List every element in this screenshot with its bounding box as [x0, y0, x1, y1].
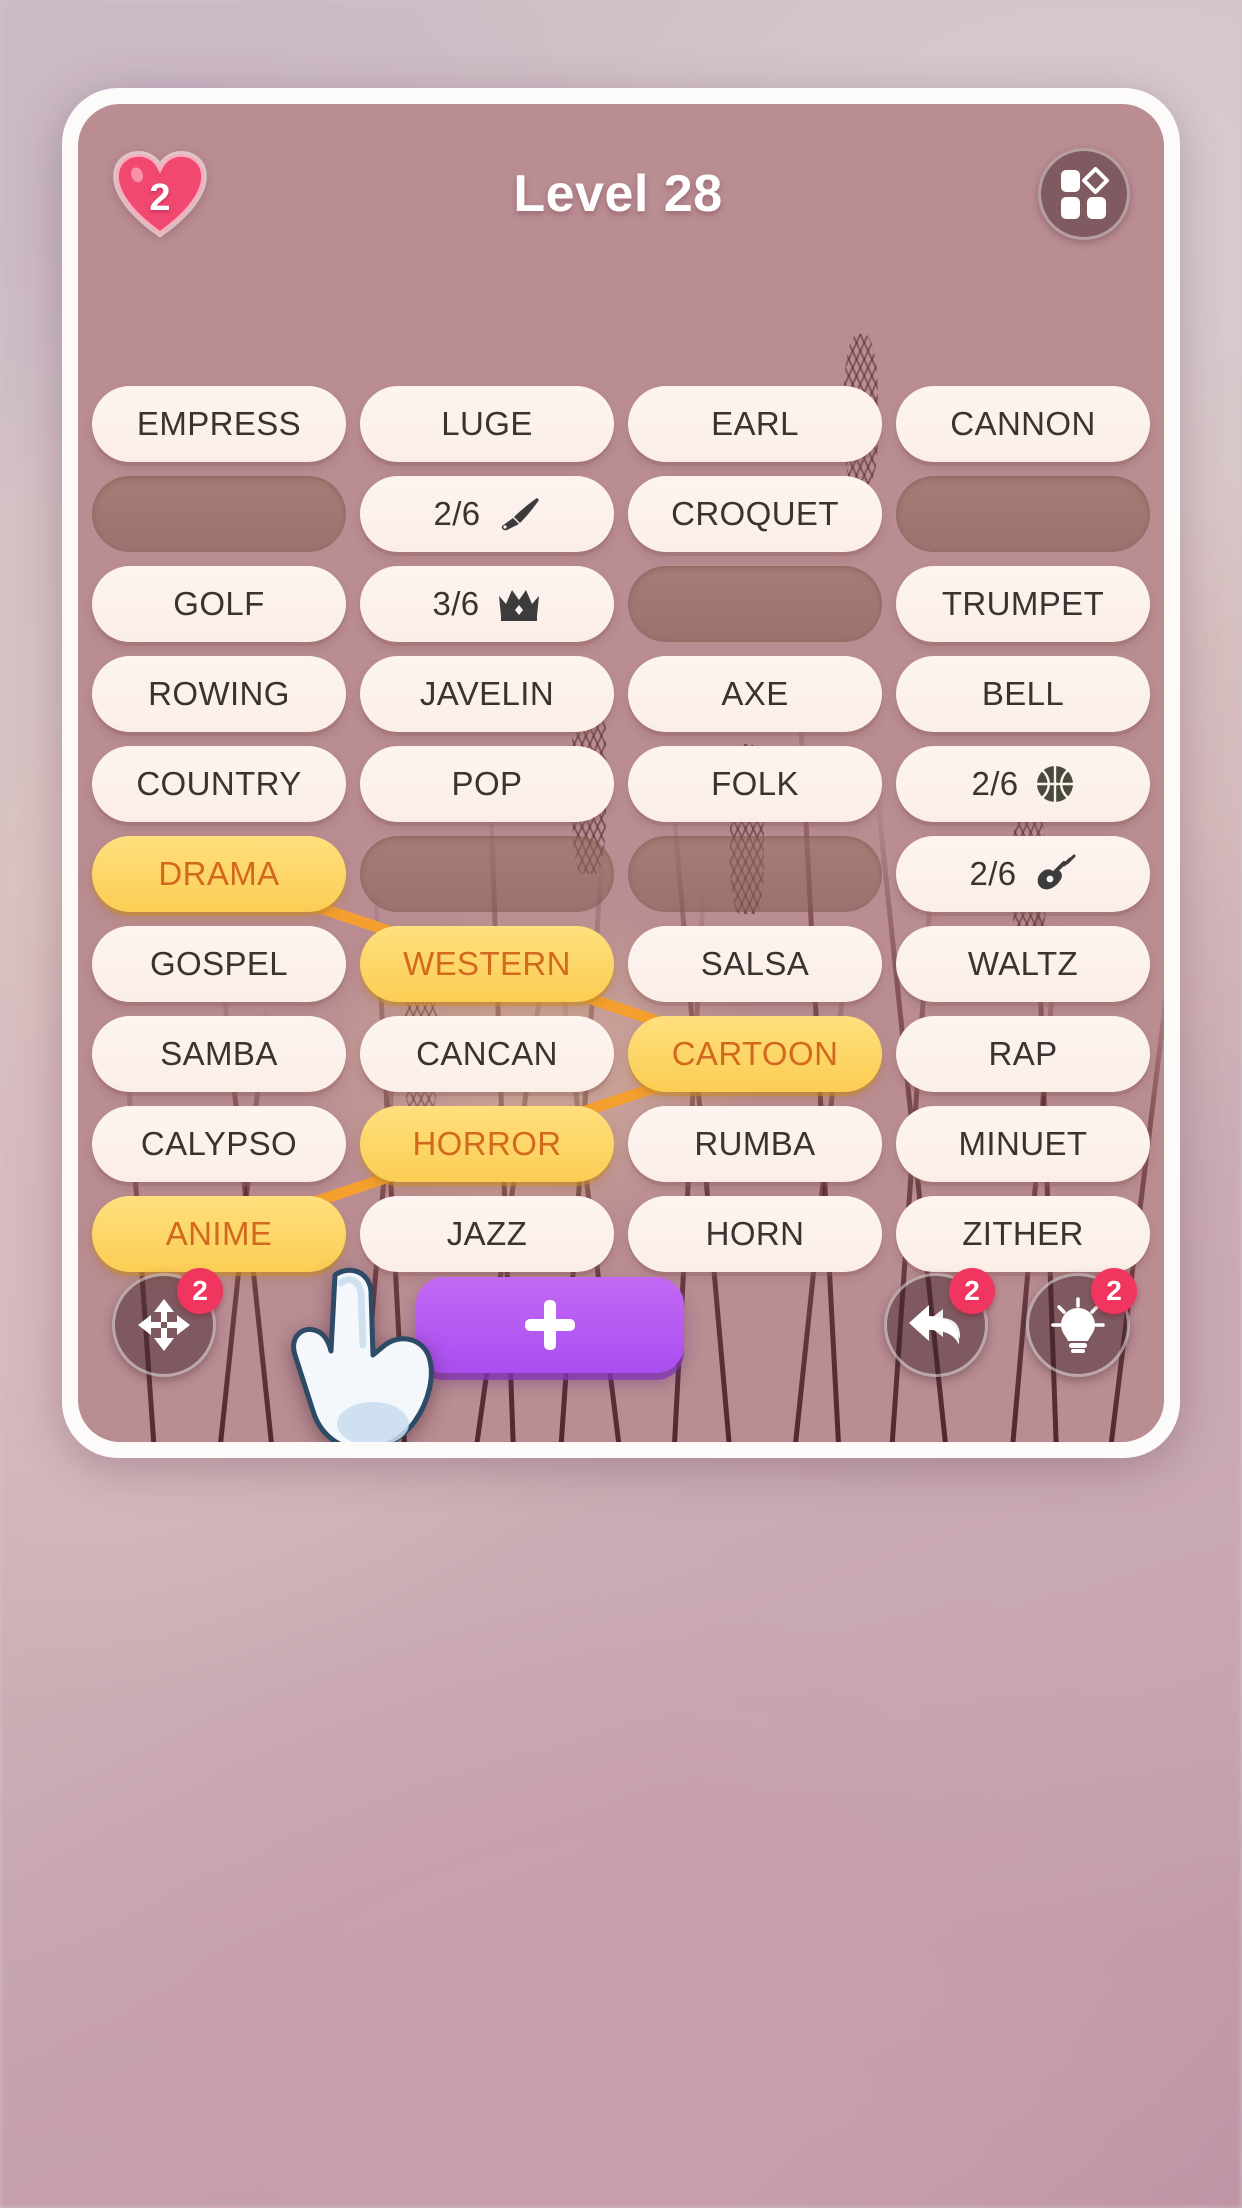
word-tile[interactable]: POP — [360, 746, 614, 822]
word-tile[interactable]: SALSA — [628, 926, 882, 1002]
undo-button[interactable]: 2 — [884, 1268, 995, 1377]
word-tile-label: WALTZ — [967, 945, 1079, 982]
word-tile[interactable]: CANCAN — [360, 1016, 614, 1092]
word-tile-label: EARL — [711, 405, 799, 442]
menu-button[interactable] — [1038, 148, 1130, 240]
word-tile-label: AXE — [721, 675, 789, 712]
word-tile[interactable]: JAVELIN — [360, 656, 614, 732]
plus-icon — [525, 1300, 575, 1350]
word-tile-label: GOSPEL — [149, 945, 289, 982]
shuffle-button[interactable]: 2 — [112, 1268, 223, 1377]
word-tile[interactable]: EMPRESS — [92, 386, 346, 462]
hearts-badge[interactable]: 2 — [112, 150, 208, 238]
word-tile-label: ZITHER — [962, 1215, 1084, 1252]
word-tile-label: TRUMPET — [941, 585, 1105, 622]
hint-tile[interactable]: 3/6 — [360, 566, 614, 642]
knife-icon — [497, 496, 541, 532]
word-tile-label: RUMBA — [694, 1125, 816, 1162]
word-tile[interactable]: RAP — [896, 1016, 1150, 1092]
word-tile-label: RAP — [988, 1035, 1058, 1072]
word-tile[interactable]: BELL — [896, 656, 1150, 732]
hint-progress-label: 3/6 — [432, 585, 480, 622]
word-tile-locked — [896, 476, 1150, 552]
hint-count-badge: 2 — [1091, 1268, 1137, 1314]
guitar-icon — [1033, 854, 1077, 894]
word-tile-label: CROQUET — [671, 495, 839, 532]
word-tile-label: DRAMA — [158, 855, 280, 892]
word-tile-label: MINUET — [958, 1125, 1088, 1162]
add-button[interactable] — [416, 1277, 684, 1373]
word-tile-label: GOLF — [173, 585, 265, 622]
word-tile-label: CANNON — [950, 405, 1096, 442]
word-tile[interactable]: FOLK — [628, 746, 882, 822]
word-tile[interactable]: GOLF — [92, 566, 346, 642]
word-tile[interactable]: AXE — [628, 656, 882, 732]
header-bar: 2 Level 28 — [78, 104, 1164, 254]
hint-tile[interactable]: 2/6 — [896, 746, 1150, 822]
word-tile-label: JAVELIN — [419, 675, 555, 712]
word-tile-label: COUNTRY — [136, 765, 302, 802]
word-tile-locked — [628, 836, 882, 912]
word-tile-label: CARTOON — [671, 1035, 839, 1072]
word-tile[interactable]: CARTOON — [628, 1016, 882, 1092]
shuffle-count-badge: 2 — [177, 1268, 223, 1314]
word-tile-locked — [628, 566, 882, 642]
hint-progress-label: 2/6 — [433, 495, 481, 532]
undo-count-badge: 2 — [949, 1268, 995, 1314]
word-tile-label: HORROR — [412, 1125, 562, 1162]
word-tile-locked — [360, 836, 614, 912]
word-tile[interactable]: ROWING — [92, 656, 346, 732]
grid-puzzle-icon — [1061, 167, 1109, 219]
word-tile[interactable]: HORROR — [360, 1106, 614, 1182]
word-tile-label: BELL — [981, 675, 1065, 712]
word-tile-label: SAMBA — [160, 1035, 278, 1072]
word-tile[interactable]: CALYPSO — [92, 1106, 346, 1182]
word-tile-label: ANIME — [165, 1215, 273, 1252]
word-tile-label: HORN — [705, 1215, 805, 1252]
word-tile[interactable]: RUMBA — [628, 1106, 882, 1182]
word-tile-label: JAZZ — [446, 1215, 528, 1252]
word-tile-label: CALYPSO — [140, 1125, 298, 1162]
word-grid-area: EMPRESS LUGE EARL CANNON 2/6 CROQUET GOLF 3/6 TR… — [78, 386, 1164, 1272]
word-tile-label: EMPRESS — [136, 405, 302, 442]
word-tile-label: SALSA — [700, 945, 810, 982]
hint-tile[interactable]: 2/6 — [896, 836, 1150, 912]
word-tile[interactable]: TRUMPET — [896, 566, 1150, 642]
word-tile[interactable]: MINUET — [896, 1106, 1150, 1182]
word-tile[interactable]: CANNON — [896, 386, 1150, 462]
hint-tile[interactable]: 2/6 — [360, 476, 614, 552]
hint-progress-label: 2/6 — [971, 765, 1019, 802]
word-tile[interactable]: WESTERN — [360, 926, 614, 1002]
phone-frame: 2 Level 28 EMPRESS LUGE EARL CANNON 2/6 CROQU… — [62, 88, 1180, 1458]
right-action-cluster: 2 2 — [884, 1268, 1137, 1377]
word-tile[interactable]: SAMBA — [92, 1016, 346, 1092]
game-screen: 2 Level 28 EMPRESS LUGE EARL CANNON 2/6 CROQU… — [78, 104, 1164, 1442]
word-tile[interactable]: LUGE — [360, 386, 614, 462]
basketball-icon — [1035, 764, 1075, 804]
word-grid: EMPRESS LUGE EARL CANNON 2/6 CROQUET GOLF 3/6 TR… — [92, 386, 1150, 1272]
crown-icon — [496, 586, 542, 622]
hearts-count: 2 — [149, 176, 171, 219]
word-tile-label: LUGE — [441, 405, 533, 442]
hint-button[interactable]: 2 — [1026, 1268, 1137, 1377]
pointing-hand-icon — [291, 1267, 434, 1442]
word-tile-label: CANCAN — [416, 1035, 558, 1072]
word-tile-label: FOLK — [711, 765, 799, 802]
word-tile[interactable]: WALTZ — [896, 926, 1150, 1002]
word-tile[interactable]: CROQUET — [628, 476, 882, 552]
page-title: Level 28 — [513, 165, 723, 223]
word-tile-label: ROWING — [148, 675, 290, 712]
hint-progress-label: 2/6 — [969, 855, 1017, 892]
word-tile-label: WESTERN — [403, 945, 571, 982]
word-tile[interactable]: GOSPEL — [92, 926, 346, 1002]
word-tile[interactable]: DRAMA — [92, 836, 346, 912]
word-tile[interactable]: COUNTRY — [92, 746, 346, 822]
word-tile[interactable]: EARL — [628, 386, 882, 462]
action-bar: 2 2 2 — [78, 1260, 1164, 1390]
word-tile-label: POP — [451, 765, 523, 802]
word-tile-locked — [92, 476, 346, 552]
